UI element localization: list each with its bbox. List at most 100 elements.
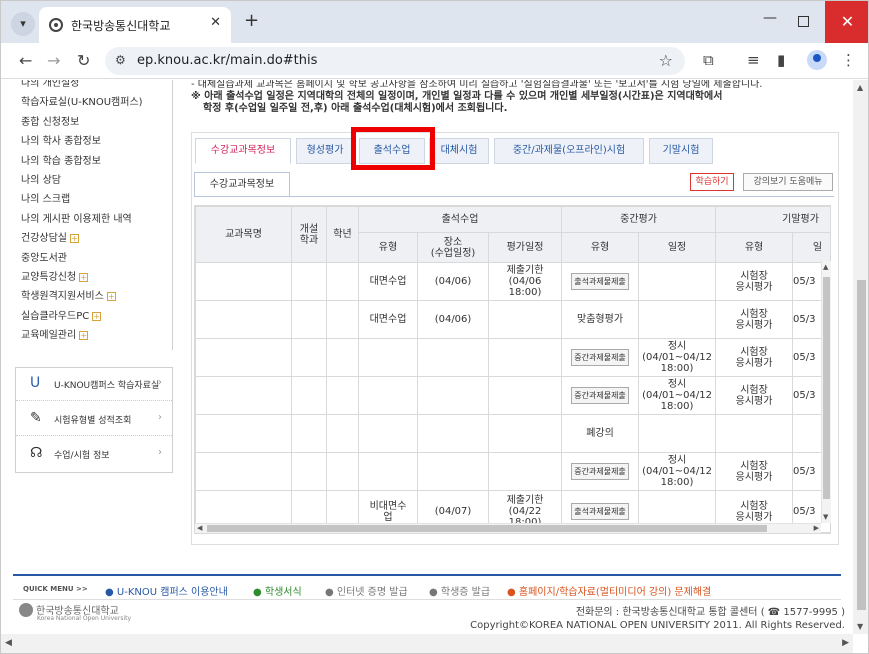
sidebar-item-label: 나의 게시판 이용제한 내역 — [21, 213, 132, 225]
assignment-submit-button[interactable]: 중간과제물제출 — [571, 463, 629, 480]
page-vertical-scrollbar[interactable]: ▲ ▼ — [853, 80, 868, 634]
tune-icon[interactable]: ⚙ — [115, 53, 126, 67]
sidebar-item[interactable]: 나의 게시판 이용제한 내역 — [21, 210, 132, 225]
quick-link-student-id[interactable]: ● 학생증 발급 — [429, 583, 490, 598]
quick-link-class-info[interactable]: ☊ 수업/시험 정보 › — [16, 438, 172, 471]
sidebar-item[interactable]: 종합 신청정보 — [21, 113, 79, 128]
tab-midterm-offline[interactable]: 중간/과제물(오프라인)시험 — [494, 138, 644, 164]
arrow-right-icon[interactable]: → — [47, 51, 60, 70]
chevron-down-icon[interactable]: ▾ — [11, 12, 35, 36]
sidebar-item[interactable]: 학습자료실(U-KNOU캠퍼스) — [21, 93, 143, 108]
sidebar-item[interactable]: 교육메일관리 + — [21, 326, 89, 341]
divider — [194, 196, 834, 197]
scroll-thumb[interactable] — [207, 525, 767, 532]
sidebar: 나의 개인설정학습자료실(U-KNOU캠퍼스) 종합 신청정보나의 학사 종합정보… — [15, 80, 173, 350]
col-header-place: 장소 (수업일정) — [417, 232, 489, 263]
scroll-up-icon[interactable]: ▲ — [823, 263, 828, 271]
col-header-schedule: 일정 — [638, 232, 717, 263]
quick-link-troubleshoot[interactable]: ● 홈페이지/학습자료(멀티미디어 강의) 문제해결 — [507, 583, 711, 598]
sidebar-item[interactable]: 학생원격지원서비스 + — [21, 287, 116, 302]
scroll-down-icon[interactable]: ▼ — [857, 622, 863, 631]
sidebar-item[interactable]: 교양특강신청 + — [21, 268, 89, 283]
course-table: 교과목명 개설 학과 학년 출석수업 중간평가 기말평가 유형 장소 (수업일정… — [194, 205, 831, 534]
maximize-icon[interactable] — [798, 16, 809, 27]
cell-year — [326, 414, 359, 453]
expand-plus-icon[interactable]: + — [79, 273, 89, 282]
table-vertical-scrollbar[interactable]: ▲ ▼ — [821, 261, 831, 523]
close-icon[interactable]: ✕ — [210, 15, 221, 30]
sidebar-item-label: 나의 스크랩 — [21, 194, 71, 206]
reload-icon[interactable]: ↻ — [77, 51, 90, 70]
cell-eval-date — [487, 452, 563, 491]
scroll-down-icon[interactable]: ▼ — [823, 513, 828, 521]
minimize-icon[interactable]: — — [763, 10, 777, 26]
arrow-left-icon[interactable]: ← — [19, 51, 32, 70]
cell-eval-date — [487, 376, 563, 415]
kebab-menu-icon[interactable]: ⋮ — [841, 51, 856, 69]
scroll-right-icon[interactable]: ▶ — [842, 638, 849, 648]
url-text[interactable]: ep.knou.ac.kr/main.do#this — [137, 53, 317, 68]
cell-subject — [195, 414, 292, 453]
tab-final-exam[interactable]: 기말시험 — [649, 138, 713, 164]
sidebar-item[interactable]: 나의 개인설정 — [21, 80, 79, 89]
puzzle-icon[interactable]: ⧉ — [703, 51, 714, 69]
assignment-submit-button[interactable]: 출석과제물제출 — [571, 273, 629, 290]
list-icon[interactable]: ≡ — [747, 51, 760, 69]
plus-icon[interactable]: + — [244, 10, 259, 31]
assignment-submit-button[interactable]: 중간과제물제출 — [571, 387, 629, 404]
table-row: 대면수업 (04/06) 맞춤형평가 시험장 응시평가 05/3 — [195, 300, 830, 339]
assignment-submit-button[interactable]: 중간과제물제출 — [571, 349, 629, 366]
quick-link-label: 홈페이지/학습자료(멀티미디어 강의) 문제해결 — [518, 587, 712, 598]
chevron-right-icon: › — [158, 447, 162, 458]
profile-icon[interactable] — [807, 50, 827, 70]
toolbar: ← → ↻ ⚙ ep.knou.ac.kr/main.do#this ☆ ⧉ ≡… — [1, 43, 868, 79]
browser-tab[interactable]: 한국방송통신대학교 ✕ — [39, 7, 231, 43]
sidebar-item[interactable]: 나의 학사 종합정보 — [21, 132, 101, 147]
cell-year — [326, 300, 359, 339]
expand-plus-icon[interactable]: + — [106, 292, 116, 302]
tab-formative-eval[interactable]: 형성평가 — [296, 138, 354, 164]
tab-course-info[interactable]: 수강교과목정보 — [195, 138, 291, 164]
side-panel-icon[interactable]: ▮ — [777, 51, 785, 69]
footer-phone: 전화문의 : 한국방송통신대학교 통합 콜센터 ( ☎ 1577-9995 ) — [575, 607, 845, 618]
table-horizontal-scrollbar[interactable]: ◀ ▶ — [195, 523, 821, 533]
university-logo-icon — [19, 603, 33, 617]
sidebar-item[interactable]: 실습클라우드PC + — [21, 307, 102, 322]
expand-plus-icon[interactable]: + — [92, 311, 102, 321]
notice-line: - 대체실습과제 교과목은 홈페이지 및 학보 공고사항을 참조하여 미리 실습… — [191, 80, 763, 90]
tab-alternative-exam[interactable]: 대체시험 — [429, 138, 489, 164]
quick-link-certificate[interactable]: ● 인터넷 증명 발급 — [325, 583, 408, 598]
cell-year — [326, 376, 359, 415]
star-icon[interactable]: ☆ — [659, 51, 673, 70]
expand-plus-icon[interactable]: + — [70, 234, 79, 244]
scroll-thumb[interactable] — [857, 280, 866, 610]
scroll-left-icon[interactable]: ◀ — [5, 638, 12, 648]
quick-link-grades[interactable]: ✎ 시험유형별 성적조회 › — [16, 403, 172, 436]
subtab-course-info[interactable]: 수강교과목정보 — [194, 172, 290, 197]
sidebar-item[interactable]: 나의 학습 종합정보 — [21, 152, 101, 167]
footer-logo: 한국방송통신대학교 Korea National Open University — [19, 602, 131, 622]
sidebar-item[interactable]: 중앙도서관 — [21, 249, 67, 264]
scroll-thumb[interactable] — [823, 277, 830, 499]
notice: - 대체실습과제 교과목은 홈페이지 및 학보 공고사항을 참조하여 미리 실습… — [191, 80, 762, 115]
chevron-right-icon: › — [158, 377, 162, 388]
cell-eval-date: 제출기한 (04/06 18:00) — [487, 262, 563, 301]
sidebar-item[interactable]: 건강상담실 + — [21, 229, 79, 244]
page-horizontal-scrollbar[interactable]: ◀ ▶ — [1, 634, 853, 653]
expand-plus-icon[interactable]: + — [79, 331, 89, 341]
scroll-right-icon[interactable]: ▶ — [814, 524, 819, 532]
window-close-icon[interactable]: ✕ — [825, 1, 868, 43]
notice-line: 학정 후(수업일 일주일 전,후) 아래 출석수업(대체시험)에서 조회됩니다. — [203, 103, 508, 114]
study-button[interactable]: 학습하기 — [690, 173, 734, 191]
address-bar[interactable]: ⚙ ep.knou.ac.kr/main.do#this ☆ — [105, 47, 685, 75]
lecture-help-button[interactable]: 강의보기 도움메뉴 — [743, 173, 833, 191]
quick-link-campus-guide[interactable]: ● U-KNOU 캠퍼스 이용안내 — [105, 583, 228, 598]
sidebar-item[interactable]: 나의 상담 — [21, 171, 61, 186]
sidebar-item[interactable]: 나의 스크랩 — [21, 190, 70, 205]
scroll-left-icon[interactable]: ◀ — [197, 524, 202, 532]
quick-link-u-knou[interactable]: U U-KNOU캠퍼스 학습자료실 › — [16, 368, 172, 401]
cell-subject — [195, 338, 292, 377]
scroll-up-icon[interactable]: ▲ — [857, 83, 863, 92]
assignment-submit-button[interactable]: 출석과제물제출 — [571, 503, 629, 520]
quick-link-student-forms[interactable]: ● 학생서식 — [253, 583, 302, 598]
